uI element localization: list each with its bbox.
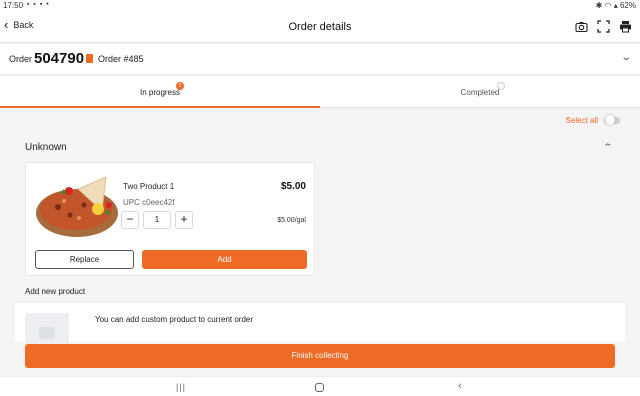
increase-button[interactable]: + bbox=[175, 211, 193, 229]
system-nav-bar: ||| ‹ bbox=[0, 376, 640, 396]
select-all-toggle[interactable] bbox=[604, 115, 620, 125]
chevron-down-icon[interactable]: ⌄ bbox=[620, 52, 632, 63]
battery-level: 62% bbox=[619, 1, 636, 10]
order-reference: Order #485 bbox=[98, 54, 144, 64]
toolbar-icons bbox=[575, 20, 632, 33]
system-back-icon[interactable]: ‹ bbox=[458, 380, 462, 392]
status-right: ✱ ◠ ▴ 62% bbox=[596, 1, 636, 10]
camera-icon[interactable] bbox=[575, 20, 588, 33]
custom-product-card[interactable]: You can add custom product to current or… bbox=[15, 302, 625, 347]
product-price: $5.00 bbox=[280, 181, 306, 192]
finish-collecting-button[interactable]: Finish collecting bbox=[25, 344, 615, 368]
status-tabs: In progress 1 Completed 0 bbox=[0, 76, 640, 108]
signal-icon: ✱ ◠ ▴ bbox=[595, 1, 620, 10]
custom-product-text: You can add custom product to current or… bbox=[95, 315, 254, 324]
unit-price: $5.00/gal bbox=[277, 217, 306, 224]
status-bar: 17:50 ▪ ▪ ▪ • ✱ ◠ ▴ 62% bbox=[0, 0, 640, 11]
recent-apps-icon[interactable]: ||| bbox=[176, 382, 186, 392]
replace-button[interactable]: Replace bbox=[35, 250, 134, 269]
select-all-control[interactable]: Select all bbox=[565, 115, 620, 125]
add-button[interactable]: Add bbox=[142, 250, 307, 269]
printer-icon[interactable] bbox=[619, 20, 632, 33]
order-number: 504790 bbox=[34, 50, 85, 67]
home-icon[interactable] bbox=[315, 383, 324, 392]
product-image bbox=[36, 176, 118, 237]
notification-icons: ▪ ▪ ▪ • bbox=[27, 1, 50, 8]
decrease-button[interactable]: − bbox=[121, 211, 139, 229]
order-summary[interactable]: Order 504790 Order #485 ⌄ bbox=[0, 44, 640, 75]
select-all-label: Select all bbox=[565, 116, 598, 125]
group-title: Unknown bbox=[25, 142, 67, 153]
tab-label: Completed bbox=[460, 88, 500, 97]
order-label: Order bbox=[9, 54, 33, 64]
status-time: 17:50 bbox=[3, 1, 24, 10]
document-icon bbox=[86, 54, 93, 63]
chevron-up-icon[interactable]: ⌃ bbox=[603, 142, 614, 153]
app-bar: ‹ Back Order details bbox=[0, 11, 640, 43]
tab-label: In progress bbox=[139, 88, 181, 97]
quantity-stepper: − 1 + bbox=[121, 211, 193, 229]
image-placeholder-icon bbox=[25, 313, 69, 347]
add-new-title: Add new product bbox=[25, 287, 86, 296]
quantity-field[interactable]: 1 bbox=[143, 211, 171, 229]
count-badge: 0 bbox=[497, 82, 505, 90]
tab-completed[interactable]: Completed 0 bbox=[320, 76, 640, 108]
product-name: Two Product 1 bbox=[123, 182, 175, 191]
fullscreen-icon[interactable] bbox=[597, 20, 610, 33]
page-title: Order details bbox=[288, 21, 352, 33]
product-card: Two Product 1 $5.00 UPC c0eec42f − 1 + $… bbox=[25, 162, 315, 276]
tab-in-progress[interactable]: In progress 1 bbox=[0, 76, 320, 108]
product-upc: UPC c0eec42f bbox=[123, 198, 175, 207]
count-badge: 1 bbox=[176, 82, 184, 90]
